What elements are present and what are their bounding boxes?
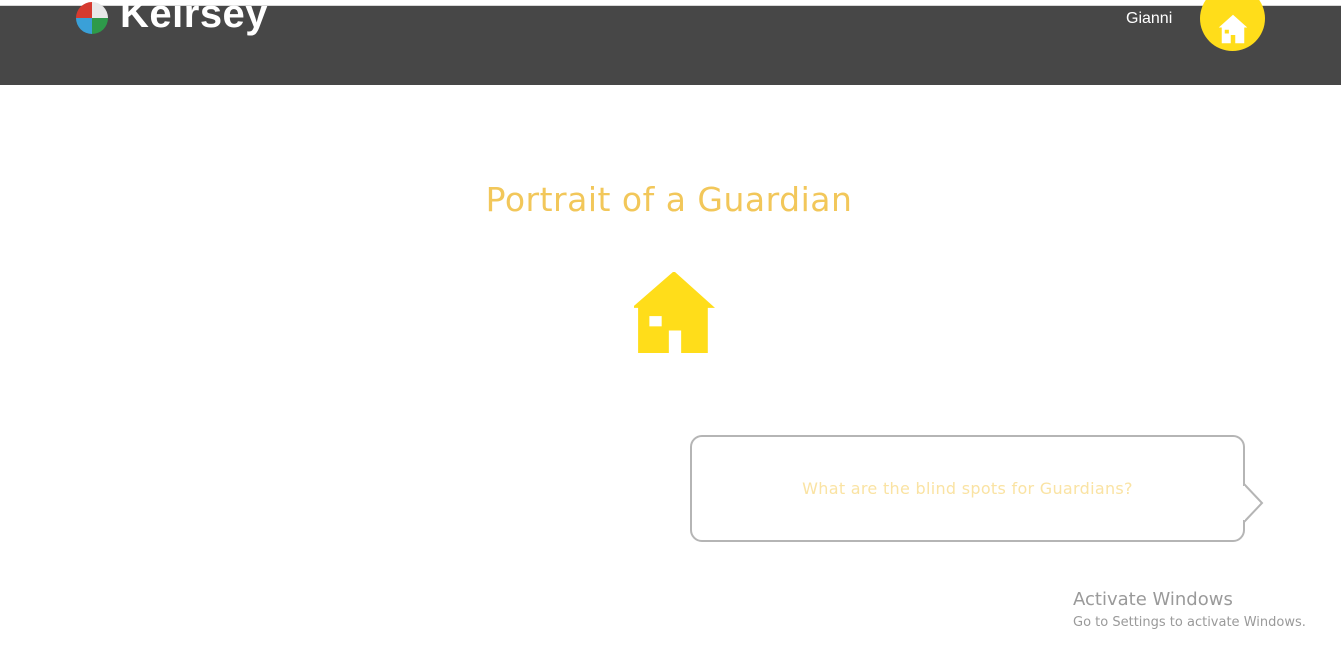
bubble-pointer: [1242, 483, 1264, 523]
activate-windows-watermark: Activate Windows Go to Settings to activ…: [1073, 589, 1306, 633]
home-icon: [634, 272, 715, 353]
home-icon: [1218, 14, 1247, 43]
brand-name: Keirsey: [120, 0, 269, 36]
keirsey-logo[interactable]: Keirsey: [76, 0, 268, 44]
logo-mark-icon: [76, 2, 108, 34]
watermark-title: Activate Windows: [1073, 589, 1233, 610]
site-header: Keirsey Gianni: [0, 0, 1341, 85]
username-label[interactable]: Gianni: [1126, 10, 1172, 28]
question-text: What are the blind spots for Guardians?: [802, 479, 1133, 498]
temperament-avatar-button[interactable]: [1200, 0, 1265, 51]
watermark-subtitle: Go to Settings to activate Windows.: [1073, 615, 1306, 630]
page-title: Portrait of a Guardian: [485, 180, 853, 219]
question-bubble[interactable]: What are the blind spots for Guardians?: [690, 435, 1245, 542]
